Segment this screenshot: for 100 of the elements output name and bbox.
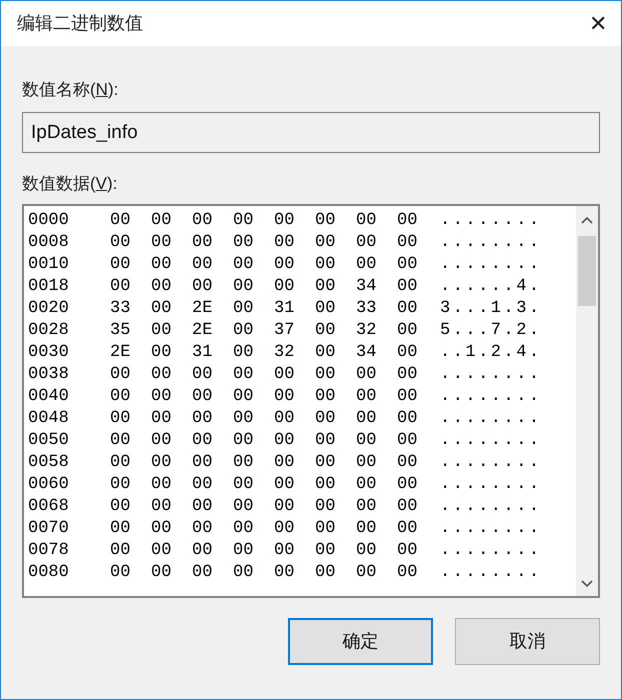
- hex-byte: 00: [315, 408, 336, 430]
- hex-byte: 00: [315, 298, 336, 320]
- ok-button[interactable]: 确定: [288, 618, 433, 665]
- hex-byte: 00: [315, 254, 336, 276]
- value-name-field[interactable]: IpDates_info: [22, 112, 600, 153]
- hex-byte: 31: [192, 342, 214, 364]
- hex-byte: 00: [233, 496, 254, 518]
- hex-byte: 00: [110, 562, 132, 584]
- ascii-text: ........: [440, 408, 542, 430]
- offset-text: 0000: [28, 210, 70, 232]
- hex-byte: 00: [151, 342, 172, 364]
- hex-byte: 00: [151, 408, 172, 430]
- hex-byte: 00: [192, 364, 214, 386]
- hex-byte: 00: [151, 298, 172, 320]
- hex-byte: 00: [233, 210, 254, 232]
- offset-text: 0030: [28, 342, 70, 364]
- hex-byte: 34: [356, 342, 378, 364]
- field-label: 数值数据(V):: [22, 175, 118, 192]
- hex-byte: 00: [110, 254, 132, 276]
- offset-text: 0048: [28, 408, 70, 430]
- offset-text: 0038: [28, 364, 70, 386]
- hex-byte: 00: [110, 496, 132, 518]
- scrollbar-thumb[interactable]: [578, 236, 596, 306]
- hex-byte: 00: [110, 210, 132, 232]
- hex-byte: 00: [192, 210, 214, 232]
- ascii-text: 3...1.3.: [440, 298, 542, 320]
- hex-byte: 00: [397, 364, 418, 386]
- offset-text: 0008: [28, 232, 70, 254]
- hex-byte: 00: [356, 452, 378, 474]
- hex-byte: 00: [110, 386, 132, 408]
- hex-byte: 00: [274, 254, 296, 276]
- hex-byte: 00: [192, 518, 214, 540]
- hex-byte: 00: [397, 562, 418, 584]
- hex-byte: 00: [192, 232, 214, 254]
- ascii-text: ........: [440, 474, 542, 496]
- hex-byte: 00: [315, 496, 336, 518]
- hex-byte: 00: [233, 562, 254, 584]
- hex-byte: 2E: [192, 298, 214, 320]
- hex-byte: 00: [233, 232, 254, 254]
- hex-byte: 00: [356, 386, 378, 408]
- hex-byte: 32: [274, 342, 296, 364]
- hex-byte: 00: [274, 452, 296, 474]
- hex-byte: 00: [233, 342, 254, 364]
- hex-byte: 00: [315, 342, 336, 364]
- hex-byte: 00: [274, 540, 296, 562]
- hex-byte: 00: [233, 386, 254, 408]
- hex-byte: 00: [151, 496, 172, 518]
- hex-byte: 00: [151, 254, 172, 276]
- ascii-text: ........: [440, 232, 542, 254]
- hex-byte: 00: [110, 540, 132, 562]
- hex-byte: 00: [315, 364, 336, 386]
- hex-byte: 00: [315, 518, 336, 540]
- hex-byte: 00: [233, 452, 254, 474]
- hex-editor[interactable]: [22, 204, 600, 598]
- ascii-text: ........: [440, 254, 542, 276]
- offset-text: 0050: [28, 430, 70, 452]
- ascii-text: ........: [440, 364, 542, 386]
- scrollbar[interactable]: [576, 206, 598, 596]
- hex-byte: 00: [315, 232, 336, 254]
- hex-byte: 00: [110, 232, 132, 254]
- hex-byte: 00: [356, 254, 378, 276]
- offset-text: 0020: [28, 298, 70, 320]
- hex-byte: 00: [151, 452, 172, 474]
- hex-byte: 34: [356, 276, 378, 298]
- hex-byte: 00: [192, 496, 214, 518]
- hex-byte: 00: [356, 430, 378, 452]
- hex-byte: 00: [274, 474, 296, 496]
- hex-byte: 00: [397, 232, 418, 254]
- hex-byte: 00: [151, 540, 172, 562]
- hex-byte: 00: [356, 232, 378, 254]
- scroll-down-icon[interactable]: [581, 580, 593, 588]
- offset-text: 0068: [28, 496, 70, 518]
- hex-byte: 00: [151, 364, 172, 386]
- close-button[interactable]: ✕: [589, 12, 607, 34]
- ascii-text: ........: [440, 210, 542, 232]
- hex-byte: 00: [315, 540, 336, 562]
- hex-byte: 00: [315, 474, 336, 496]
- hex-byte: 00: [192, 254, 214, 276]
- hex-byte: 00: [315, 210, 336, 232]
- hex-byte: 00: [151, 232, 172, 254]
- hex-byte: 00: [151, 276, 172, 298]
- hex-byte: 00: [110, 408, 132, 430]
- hex-byte: 33: [110, 298, 132, 320]
- hex-byte: 00: [356, 540, 378, 562]
- hex-byte: 00: [274, 408, 296, 430]
- hex-byte: 00: [233, 518, 254, 540]
- scroll-up-icon[interactable]: [581, 216, 593, 224]
- ascii-text: 5...7.2.: [440, 320, 542, 342]
- hex-byte: 00: [356, 562, 378, 584]
- hex-byte: 00: [233, 540, 254, 562]
- hex-byte: 00: [274, 430, 296, 452]
- hex-byte: 00: [151, 386, 172, 408]
- offset-text: 0028: [28, 320, 70, 342]
- hex-byte: 35: [110, 320, 132, 342]
- hex-byte: 00: [233, 276, 254, 298]
- hex-byte: 00: [315, 452, 336, 474]
- hex-byte: 00: [274, 276, 296, 298]
- hex-byte: 00: [315, 320, 336, 342]
- cancel-button[interactable]: 取消: [455, 618, 600, 665]
- hex-byte: 00: [274, 496, 296, 518]
